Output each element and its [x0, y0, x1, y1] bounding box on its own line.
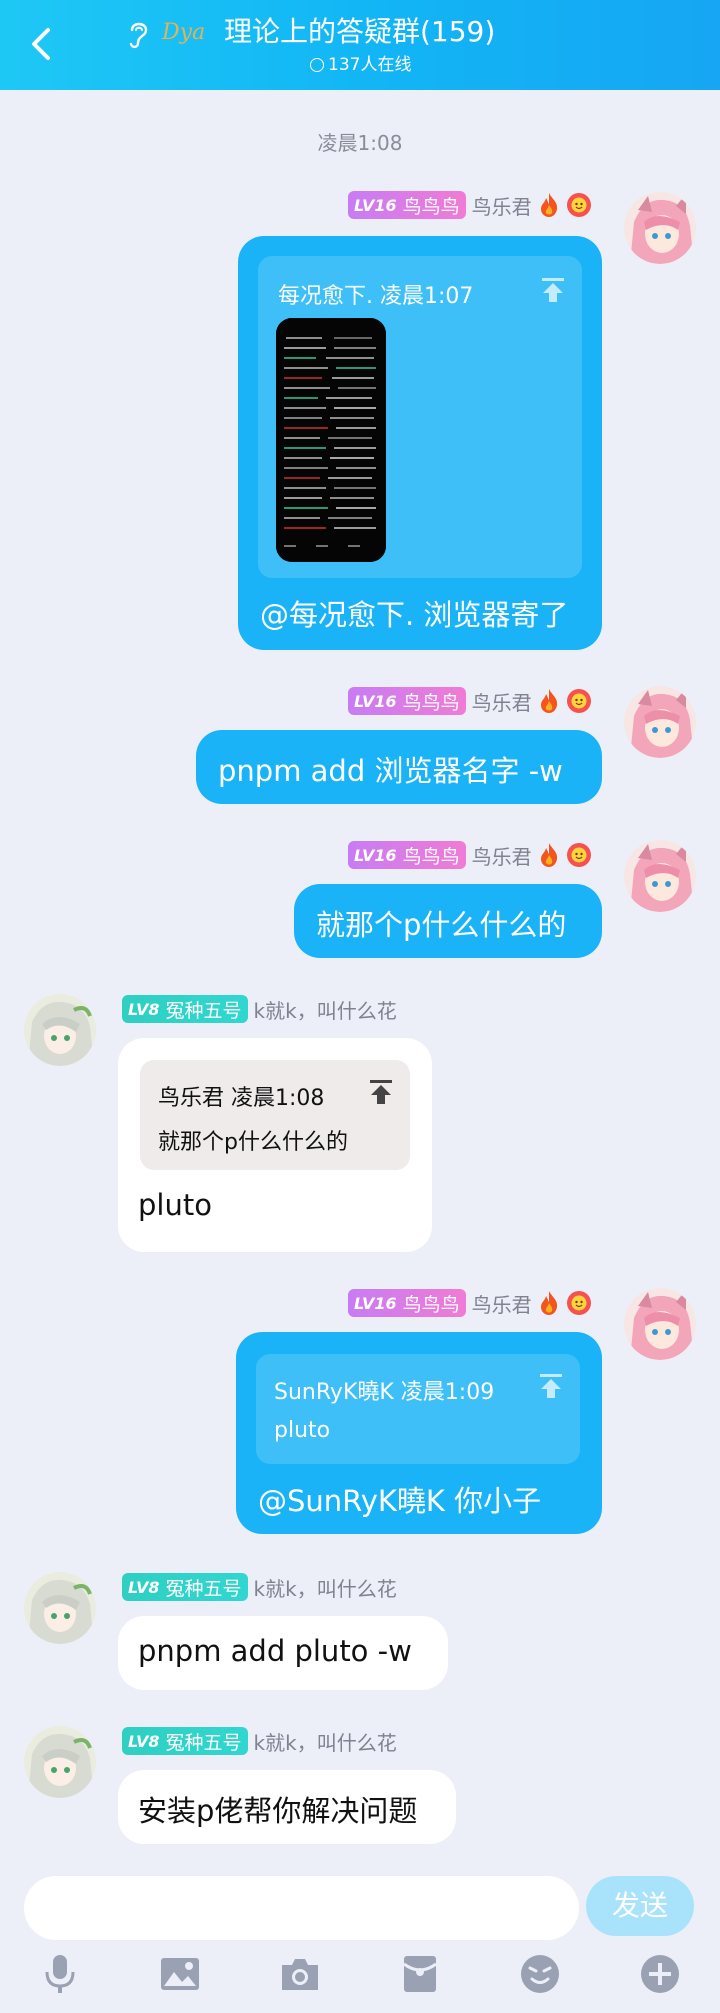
fire-icon [540, 193, 557, 217]
level-badge: LV8 冤种五号 [122, 995, 248, 1023]
sender-nick[interactable]: k就k，叫什么花 [254, 995, 397, 1024]
level-badge: LV16 鸟鸟鸟 [348, 687, 466, 715]
avatar[interactable] [624, 1288, 696, 1360]
avatar[interactable] [24, 994, 96, 1066]
red-packet-icon[interactable] [398, 1952, 442, 1996]
chat-header: Dya 理论上的答疑群(159) 137人在线 [0, 0, 720, 90]
fire-icon [540, 689, 557, 713]
time-divider: 凌晨1:08 [317, 131, 403, 155]
sender-row: LV16 鸟鸟鸟 鸟乐君 [348, 190, 592, 220]
emoji-icon[interactable] [518, 1952, 562, 1996]
flower-icon [566, 843, 591, 867]
sender-row: LV16 鸟鸟鸟 鸟乐君 [348, 1288, 592, 1318]
avatar[interactable] [24, 1572, 96, 1644]
sender-row: LV8 冤种五号 k就k，叫什么花 [122, 994, 397, 1024]
quoted-reply[interactable]: SunRyK曉K 凌晨1:09 pluto [256, 1354, 580, 1464]
microphone-icon[interactable] [38, 1952, 82, 1996]
sender-nick[interactable]: 鸟乐君 [472, 687, 532, 716]
sender-row: LV8 冤种五号 k就k，叫什么花 [122, 1726, 397, 1756]
flower-icon [566, 689, 591, 713]
ear-icon[interactable] [124, 18, 152, 50]
message-bubble[interactable]: 安装p佬帮你解决问题 [118, 1770, 456, 1844]
message-bubble[interactable]: SunRyK曉K 凌晨1:09 pluto @SunRyK曉K 你小子 [236, 1332, 602, 1534]
message-bubble[interactable]: 鸟乐君 凌晨1:08 就那个p什么什么的 pluto [118, 1038, 432, 1252]
sender-row: LV16 鸟鸟鸟 鸟乐君 [348, 686, 592, 716]
sender-row: LV16 鸟鸟鸟 鸟乐君 [348, 840, 592, 870]
group-badge-logo: Dya [162, 20, 206, 45]
back-arrow-icon[interactable] [22, 22, 62, 66]
fire-icon [540, 843, 557, 867]
sender-nick[interactable]: 鸟乐君 [472, 841, 532, 870]
message-input[interactable] [24, 1876, 579, 1940]
jump-to-message-icon[interactable] [538, 1372, 564, 1400]
quoted-reply[interactable]: 鸟乐君 凌晨1:08 就那个p什么什么的 [140, 1060, 410, 1170]
image-icon[interactable] [158, 1952, 202, 1996]
avatar[interactable] [24, 1726, 96, 1798]
message-bubble[interactable]: 就那个p什么什么的 [294, 884, 602, 958]
sender-nick[interactable]: 鸟乐君 [472, 1289, 532, 1318]
avatar[interactable] [624, 686, 696, 758]
level-badge: LV16 鸟鸟鸟 [348, 191, 466, 219]
sender-nick[interactable]: 鸟乐君 [472, 191, 532, 220]
online-count: 137人在线 [310, 54, 411, 76]
group-title[interactable]: 理论上的答疑群(159) [224, 12, 495, 52]
level-badge: LV16 鸟鸟鸟 [348, 1289, 466, 1317]
screenshot-thumbnail[interactable] [276, 318, 386, 562]
send-button[interactable]: 发送 [586, 1876, 694, 1936]
sender-nick[interactable]: k就k，叫什么花 [254, 1727, 397, 1756]
level-badge: LV8 冤种五号 [122, 1727, 248, 1755]
sender-nick[interactable]: k就k，叫什么花 [254, 1573, 397, 1602]
level-badge: LV8 冤种五号 [122, 1573, 248, 1601]
camera-icon[interactable] [278, 1952, 322, 1996]
plus-icon[interactable] [638, 1952, 682, 1996]
message-bubble[interactable]: pnpm add pluto -w [118, 1616, 448, 1690]
message-bubble[interactable]: pnpm add 浏览器名字 -w [196, 730, 602, 804]
clock-icon [310, 58, 324, 72]
avatar[interactable] [624, 192, 696, 264]
sender-row: LV8 冤种五号 k就k，叫什么花 [122, 1572, 397, 1602]
level-badge: LV16 鸟鸟鸟 [348, 841, 466, 869]
flower-icon [566, 193, 591, 217]
jump-to-message-icon[interactable] [540, 276, 566, 304]
fire-icon [540, 1291, 557, 1315]
jump-to-message-icon[interactable] [368, 1078, 394, 1106]
flower-icon [566, 1291, 591, 1315]
avatar[interactable] [624, 840, 696, 912]
